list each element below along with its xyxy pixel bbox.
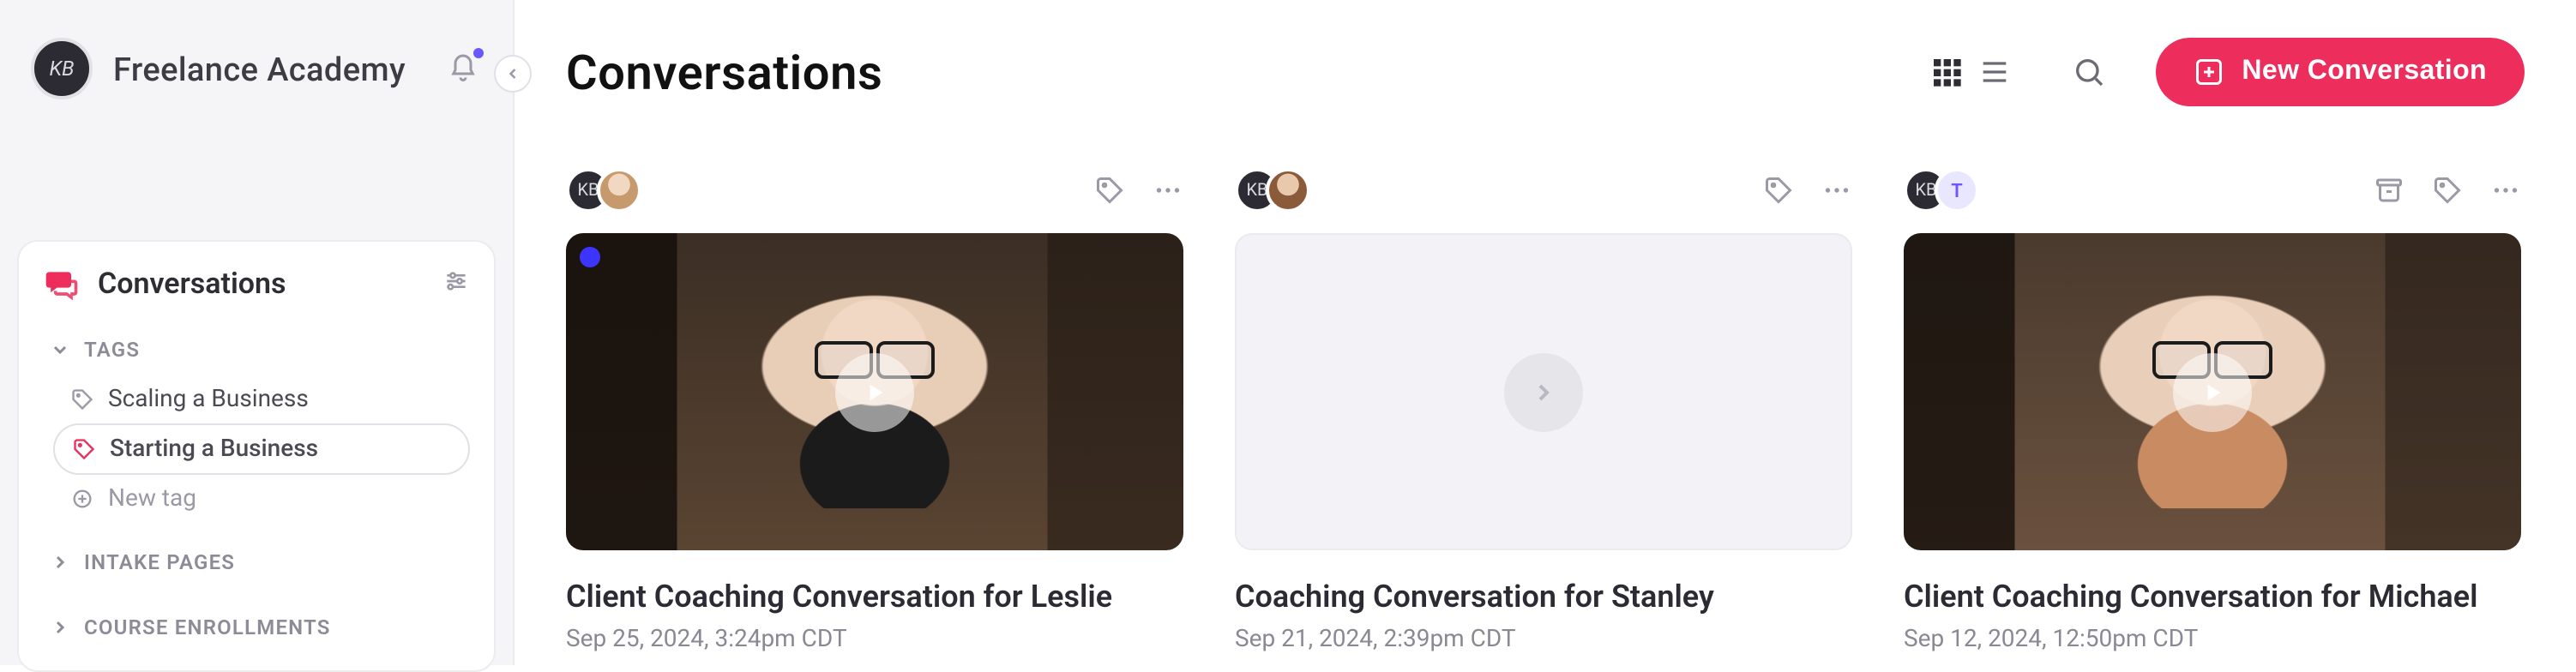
main: Conversations New Conversation KB Client … [515, 0, 2576, 665]
card-head: KB [566, 165, 1183, 216]
chevron-right-icon [50, 617, 70, 638]
plus-circle-icon [70, 487, 94, 511]
grid-icon [1929, 55, 1964, 89]
card-avatars[interactable]: KB [1235, 168, 1310, 213]
tag-icon [70, 387, 94, 411]
card-more-button[interactable] [2490, 175, 2521, 206]
nav-card-conversations: Conversations TAGS Scaling a Business [17, 240, 496, 672]
nav-card-header[interactable]: Conversations [43, 266, 470, 303]
play-button[interactable] [835, 352, 914, 431]
play-button[interactable] [2173, 352, 2252, 431]
play-icon [2199, 378, 2226, 405]
card-date: Sep 12, 2024, 12:50pm CDT [1904, 627, 2521, 654]
section-head-enroll[interactable]: COURSE ENROLLMENTS [43, 602, 470, 653]
tag-icon [1763, 175, 1794, 206]
avatar-participant: T [1935, 168, 1979, 213]
card-more-button[interactable] [1153, 175, 1183, 206]
notifications-bell[interactable] [444, 50, 482, 87]
section-head-tags[interactable]: TAGS [43, 324, 470, 375]
cards-grid: KB Client Coaching Conversation for Lesli… [566, 165, 2525, 654]
search-button[interactable] [2060, 43, 2118, 101]
view-toggle [1929, 55, 2012, 89]
card-date: Sep 21, 2024, 2:39pm CDT [1235, 627, 1852, 654]
tag-label: Scaling a Business [108, 386, 309, 413]
tag-scaling-business[interactable]: Scaling a Business [53, 375, 470, 423]
section-label: COURSE ENROLLMENTS [84, 615, 331, 639]
view-list-button[interactable] [1977, 55, 2012, 89]
chevron-left-icon [504, 65, 521, 82]
view-grid-button[interactable] [1929, 55, 1964, 89]
chevron-right-icon [1530, 378, 1557, 405]
avatar-participant [597, 168, 641, 213]
card-date: Sep 25, 2024, 3:24pm CDT [566, 627, 1183, 654]
tag-list: Scaling a Business Starting a Business N… [43, 375, 470, 523]
card-title: Client Coaching Conversation for Leslie [566, 578, 1183, 620]
chevron-right-icon [50, 552, 70, 573]
conversation-card[interactable]: KB Client Coaching Conversation for Lesli… [566, 165, 1183, 654]
sidebar: KB Freelance Academy Conversations [0, 0, 515, 665]
conversation-card[interactable]: KB Coaching Conversation for Stanley Sep 2… [1235, 165, 1852, 654]
card-thumbnail[interactable] [1904, 233, 2521, 550]
section-head-intake[interactable]: INTAKE PAGES [43, 537, 470, 588]
more-horizontal-icon [1821, 175, 1852, 206]
search-icon [2072, 55, 2106, 89]
plus-square-icon [2194, 57, 2224, 87]
card-thumbnail[interactable] [566, 233, 1183, 550]
card-tag-button[interactable] [1094, 175, 1125, 206]
section-tags: TAGS Scaling a Business Starting a Busin… [43, 324, 470, 523]
card-head: KBT [1904, 165, 2521, 216]
play-icon [861, 378, 888, 405]
notification-dot [472, 46, 485, 60]
page-title: Conversations [566, 44, 1929, 100]
card-archive-button[interactable] [2374, 175, 2404, 206]
tag-icon [72, 437, 96, 461]
brand-logo-initials: KB [49, 57, 74, 81]
archive-icon [2374, 175, 2404, 206]
avatar-participant [1266, 168, 1310, 213]
more-horizontal-icon [1153, 175, 1183, 206]
play-button[interactable] [1504, 352, 1583, 431]
tag-label: New tag [108, 485, 196, 513]
brand-name: Freelance Academy [113, 49, 424, 88]
section-label: TAGS [84, 338, 140, 362]
card-tag-button[interactable] [1763, 175, 1794, 206]
card-thumbnail[interactable] [1235, 233, 1852, 550]
card-more-button[interactable] [1821, 175, 1852, 206]
tag-icon [2432, 175, 2463, 206]
card-head: KB [1235, 165, 1852, 216]
nav-card-title: Conversations [98, 267, 425, 302]
section-enroll: COURSE ENROLLMENTS [43, 602, 470, 653]
section-intake: INTAKE PAGES [43, 537, 470, 588]
list-icon [1977, 55, 2012, 89]
card-avatars[interactable]: KB [566, 168, 641, 213]
chat-icon [43, 266, 81, 303]
unread-indicator [580, 247, 600, 267]
new-conversation-button[interactable]: New Conversation [2156, 38, 2525, 106]
card-title: Coaching Conversation for Stanley [1235, 578, 1852, 620]
card-avatars[interactable]: KBT [1904, 168, 1979, 213]
tag-label: Starting a Business [110, 435, 318, 463]
card-title: Client Coaching Conversation for Michael [1904, 578, 2521, 620]
section-label: INTAKE PAGES [84, 550, 235, 574]
filter-settings-icon[interactable] [442, 267, 470, 302]
tag-new[interactable]: New tag [53, 475, 470, 523]
topbar: Conversations New Conversation [566, 38, 2525, 106]
brand-bar: KB Freelance Academy [0, 0, 513, 137]
tag-icon [1094, 175, 1125, 206]
card-tag-button[interactable] [2432, 175, 2463, 206]
chevron-down-icon [50, 339, 70, 360]
tag-starting-business[interactable]: Starting a Business [53, 423, 470, 475]
more-horizontal-icon [2490, 175, 2521, 206]
new-conversation-label: New Conversation [2242, 57, 2487, 87]
sidebar-collapse-button[interactable] [494, 55, 532, 93]
conversation-card[interactable]: KBT Client Coaching Conversation for Mich… [1904, 165, 2521, 654]
brand-logo[interactable]: KB [31, 38, 93, 99]
